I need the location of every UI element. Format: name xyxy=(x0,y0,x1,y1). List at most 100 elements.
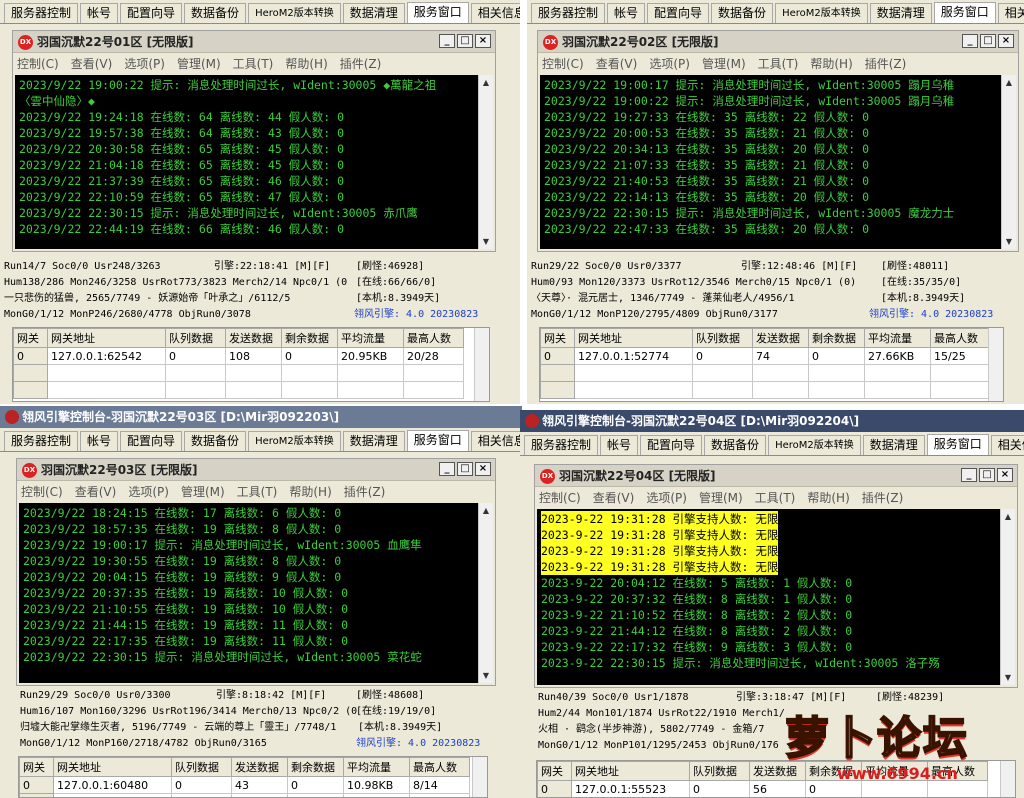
grid-scrollbar[interactable] xyxy=(472,757,487,797)
minimize-icon[interactable]: _ xyxy=(961,468,977,482)
menu-item-2[interactable]: 选项(P) xyxy=(646,489,687,506)
tab-5[interactable]: 数据清理 xyxy=(869,3,932,23)
scroll-down-icon[interactable]: ▼ xyxy=(1002,234,1016,249)
tab-2[interactable]: 配置向导 xyxy=(640,435,703,455)
scroll-up-icon[interactable]: ▲ xyxy=(1001,509,1015,524)
menu-item-2[interactable]: 选项(P) xyxy=(649,55,690,72)
menu-item-1[interactable]: 查看(V) xyxy=(75,483,117,500)
menu-item-3[interactable]: 管理(M) xyxy=(181,483,225,500)
menu-item-3[interactable]: 管理(M) xyxy=(699,489,743,506)
menu-item-1[interactable]: 查看(V) xyxy=(596,55,638,72)
grid-header-1[interactable]: 网关地址 xyxy=(574,328,693,348)
maximize-icon[interactable]: □ xyxy=(457,462,473,476)
menu-item-5[interactable]: 帮助(H) xyxy=(289,483,331,500)
tab-2[interactable]: 配置向导 xyxy=(647,3,710,23)
maximize-icon[interactable]: □ xyxy=(980,34,996,48)
grid-header-2[interactable]: 队列数据 xyxy=(171,757,232,777)
tab-1[interactable]: 帐号 xyxy=(600,435,639,455)
menu-item-6[interactable]: 插件(Z) xyxy=(865,55,907,72)
grid-header-4[interactable]: 剩余数据 xyxy=(281,328,338,348)
tab-7[interactable]: 相关信息 xyxy=(470,3,520,23)
log-console[interactable]: 2023/9/22 19:00:22 提示: 消息处理时间过长, wIdent:… xyxy=(15,75,493,249)
menu-item-3[interactable]: 管理(M) xyxy=(177,55,221,72)
menu-item-1[interactable]: 查看(V) xyxy=(593,489,635,506)
log-console[interactable]: 2023/9/22 19:00:17 提示: 消息处理时间过长, wIdent:… xyxy=(540,75,1016,249)
tab-2[interactable]: 配置向导 xyxy=(120,3,183,23)
grid-header-0[interactable]: 网关 xyxy=(537,761,572,781)
tab-0[interactable]: 服务器控制 xyxy=(4,3,79,23)
menu-item-6[interactable]: 插件(Z) xyxy=(344,483,386,500)
gateway-grid[interactable]: 网关 网关地址 队列数据 发送数据 剩余数据 平均流量 最高人数 0 127.0.0.1:625… xyxy=(12,327,490,402)
tab-4[interactable]: HeroM2版本转换 xyxy=(775,3,868,23)
maximize-icon[interactable]: □ xyxy=(457,34,473,48)
close-icon[interactable]: × xyxy=(475,34,491,48)
menu-item-6[interactable]: 插件(Z) xyxy=(862,489,904,506)
grid-header-3[interactable]: 发送数据 xyxy=(231,757,288,777)
scroll-up-icon[interactable]: ▲ xyxy=(479,75,493,90)
menu-item-2[interactable]: 选项(P) xyxy=(124,55,165,72)
tab-1[interactable]: 帐号 xyxy=(80,431,119,451)
menu-item-4[interactable]: 工具(T) xyxy=(758,55,799,72)
vertical-scrollbar[interactable]: ▲ ▼ xyxy=(1000,509,1015,685)
tab-6[interactable]: 服务窗口 xyxy=(933,2,996,23)
menu-item-4[interactable]: 工具(T) xyxy=(237,483,278,500)
tab-2[interactable]: 配置向导 xyxy=(120,431,183,451)
menu-item-5[interactable]: 帮助(H) xyxy=(285,55,327,72)
tab-7[interactable]: 相关信息 xyxy=(990,435,1024,455)
maximize-icon[interactable]: □ xyxy=(979,468,995,482)
grid-header-6[interactable]: 最高人数 xyxy=(930,328,991,348)
grid-header-5[interactable]: 平均流量 xyxy=(337,328,404,348)
grid-header-3[interactable]: 发送数据 xyxy=(225,328,282,348)
grid-header-0[interactable]: 网关 xyxy=(540,328,575,348)
tab-4[interactable]: HeroM2版本转换 xyxy=(248,431,341,451)
scroll-up-icon[interactable]: ▲ xyxy=(1002,75,1016,90)
scroll-up-icon[interactable]: ▲ xyxy=(479,503,493,518)
menu-item-4[interactable]: 工具(T) xyxy=(233,55,274,72)
tab-0[interactable]: 服务器控制 xyxy=(531,3,606,23)
tab-4[interactable]: HeroM2版本转换 xyxy=(768,435,861,455)
tab-4[interactable]: HeroM2版本转换 xyxy=(248,3,341,23)
grid-header-2[interactable]: 队列数据 xyxy=(692,328,753,348)
tab-1[interactable]: 帐号 xyxy=(80,3,119,23)
close-icon[interactable]: × xyxy=(997,468,1013,482)
menu-item-2[interactable]: 选项(P) xyxy=(128,483,169,500)
tab-7[interactable]: 相关信息 xyxy=(470,431,522,451)
menu-item-0[interactable]: 控制(C) xyxy=(539,489,581,506)
grid-header-2[interactable]: 队列数据 xyxy=(689,761,750,781)
tab-1[interactable]: 帐号 xyxy=(607,3,646,23)
minimize-icon[interactable]: _ xyxy=(962,34,978,48)
grid-header-1[interactable]: 网关地址 xyxy=(571,761,690,781)
vertical-scrollbar[interactable]: ▲ ▼ xyxy=(478,75,493,249)
tab-3[interactable]: 数据备份 xyxy=(184,431,247,451)
table-row[interactable]: 0 127.0.0.1:62542 0 108 0 20.95KB 20/28 xyxy=(13,347,464,365)
table-row[interactable]: 0 127.0.0.1:60480 0 43 0 10.98KB 8/14 xyxy=(19,776,470,794)
minimize-icon[interactable]: _ xyxy=(439,462,455,476)
scroll-down-icon[interactable]: ▼ xyxy=(479,668,493,683)
grid-header-5[interactable]: 平均流量 xyxy=(864,328,931,348)
tab-6[interactable]: 服务窗口 xyxy=(926,434,989,455)
grid-header-6[interactable]: 最高人数 xyxy=(409,757,470,777)
minimize-icon[interactable]: _ xyxy=(439,34,455,48)
menu-item-0[interactable]: 控制(C) xyxy=(542,55,584,72)
gateway-grid[interactable]: 网关 网关地址 队列数据 发送数据 剩余数据 平均流量 最高人数 0 127.0.0.1:604… xyxy=(18,756,488,798)
log-console[interactable]: 2023-9-22 19:31:28 引擎支持人数: 无限 2023-9-22 1… xyxy=(537,509,1015,685)
table-row[interactable]: 0 127.0.0.1:52774 0 74 0 27.66KB 15/25 xyxy=(540,347,991,365)
grid-header-1[interactable]: 网关地址 xyxy=(53,757,172,777)
tab-0[interactable]: 服务器控制 xyxy=(524,435,599,455)
menu-item-5[interactable]: 帮助(H) xyxy=(810,55,852,72)
menu-item-6[interactable]: 插件(Z) xyxy=(340,55,382,72)
close-icon[interactable]: × xyxy=(475,462,491,476)
close-icon[interactable]: × xyxy=(998,34,1014,48)
tab-6[interactable]: 服务窗口 xyxy=(406,430,469,451)
menu-item-4[interactable]: 工具(T) xyxy=(755,489,796,506)
tab-5[interactable]: 数据清理 xyxy=(862,435,925,455)
vertical-scrollbar[interactable]: ▲ ▼ xyxy=(478,503,493,683)
grid-header-4[interactable]: 剩余数据 xyxy=(808,328,865,348)
grid-header-4[interactable]: 剩余数据 xyxy=(287,757,344,777)
gateway-grid[interactable]: 网关 网关地址 队列数据 发送数据 剩余数据 平均流量 最高人数 0 127.0.0.1:527… xyxy=(539,327,1004,402)
grid-header-2[interactable]: 队列数据 xyxy=(165,328,226,348)
tab-3[interactable]: 数据备份 xyxy=(184,3,247,23)
tab-5[interactable]: 数据清理 xyxy=(342,431,405,451)
tab-0[interactable]: 服务器控制 xyxy=(4,431,79,451)
grid-scrollbar[interactable] xyxy=(988,328,1003,401)
